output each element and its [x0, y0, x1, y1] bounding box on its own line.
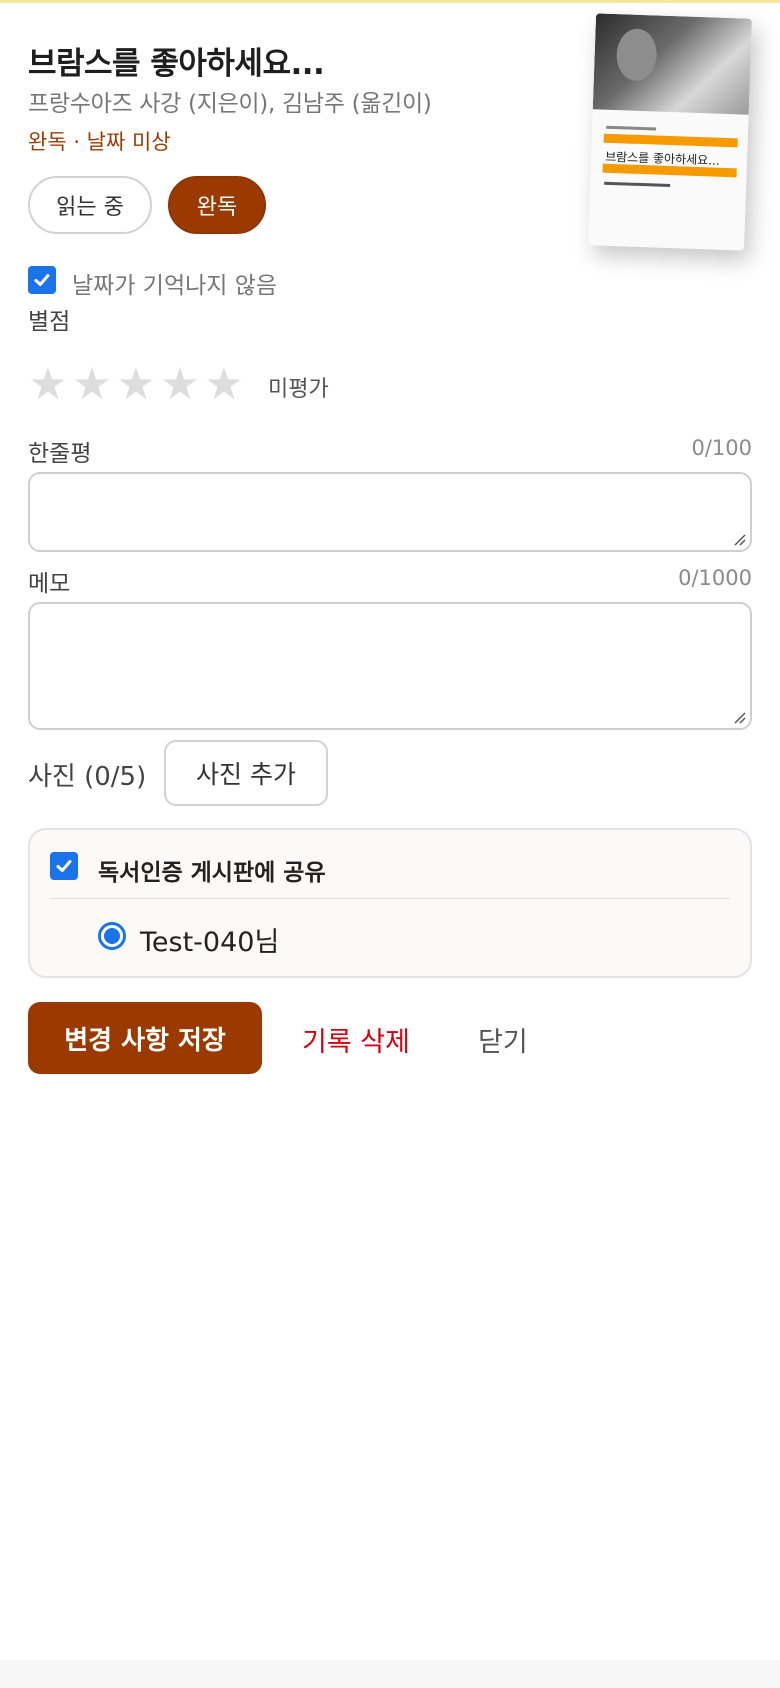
add-photo-button[interactable]: 사진 추가	[164, 740, 328, 806]
checkmark-icon	[56, 860, 72, 872]
user-radio[interactable]	[98, 922, 126, 950]
share-panel: 독서인증 게시판에 공유 Test-040님	[28, 828, 752, 978]
status-done-button[interactable]: 완독	[168, 176, 266, 234]
one-liner-counter: 0/100	[691, 436, 752, 460]
star-icon-5[interactable]: ★	[202, 360, 246, 410]
resize-grip-icon[interactable]	[732, 532, 746, 546]
share-divider	[50, 898, 730, 899]
share-checkbox[interactable]	[50, 852, 78, 880]
no-date-checkbox[interactable]	[28, 266, 56, 294]
checkmark-icon	[34, 274, 50, 286]
rating-value-text: 미평가	[268, 377, 329, 402]
delete-record-button[interactable]: 기록 삭제	[302, 1020, 410, 1059]
save-changes-button[interactable]: 변경 사항 저장	[28, 1002, 262, 1074]
close-button[interactable]: 닫기	[478, 1020, 528, 1059]
book-title: 브람스를 좋아하세요...	[28, 46, 325, 82]
cover-photo	[592, 13, 753, 115]
star-icon-3[interactable]: ★	[114, 360, 158, 410]
star-rating[interactable]: ★ ★ ★ ★ ★	[26, 360, 246, 410]
no-date-label: 날짜가 기억나지 않음	[72, 273, 278, 299]
cover-stripe-top	[603, 133, 738, 148]
star-icon-4[interactable]: ★	[158, 360, 202, 410]
edit-record-panel: 브람스를 좋아하세요... 프랑수아즈 사강 (지은이), 김남주 (옮긴이) …	[0, 0, 780, 1660]
memo-counter: 0/1000	[678, 566, 752, 590]
memo-input[interactable]	[28, 602, 752, 730]
cover-author-mark	[604, 181, 671, 188]
top-divider	[0, 0, 780, 3]
cover-series-mark	[606, 125, 657, 131]
share-label: 독서인증 게시판에 공유	[98, 860, 326, 886]
book-authors: 프랑수아즈 사강 (지은이), 김남주 (옮긴이)	[28, 91, 432, 117]
one-liner-input[interactable]	[28, 472, 752, 552]
radio-selected-dot	[104, 928, 120, 944]
user-name-label: Test-040님	[140, 927, 280, 958]
rating-label: 별점	[28, 309, 71, 335]
book-cover-image: 브람스를 좋아하세요...	[587, 13, 753, 251]
memo-label: 메모	[28, 571, 71, 597]
one-liner-label: 한줄평	[28, 441, 92, 467]
photos-label: 사진 (0/5)	[28, 762, 147, 792]
star-icon-1[interactable]: ★	[26, 360, 70, 410]
reading-status-summary: 완독 · 날짜 미상	[28, 130, 171, 154]
status-reading-button[interactable]: 읽는 중	[28, 176, 152, 234]
star-icon-2[interactable]: ★	[70, 360, 114, 410]
resize-grip-icon[interactable]	[732, 710, 746, 724]
